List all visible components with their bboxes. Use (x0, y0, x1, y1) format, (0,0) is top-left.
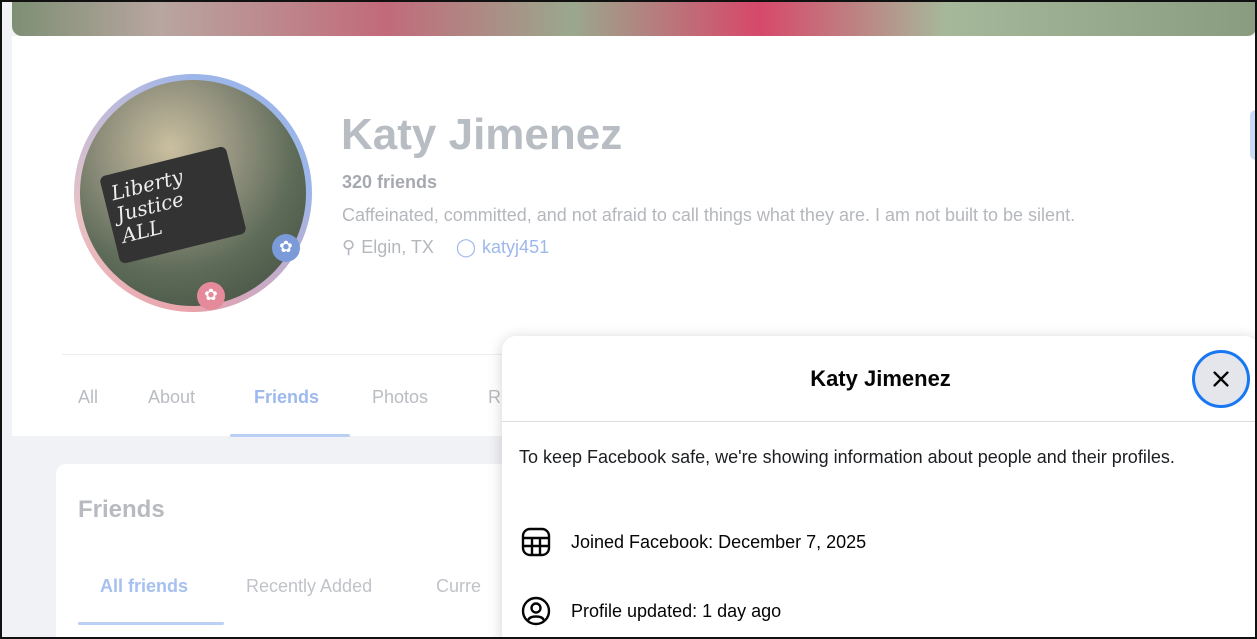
dialog-intro-text: To keep Facebook safe, we're showing inf… (519, 447, 1175, 467)
profile-name: Katy Jimenez (341, 110, 623, 159)
page-frame: Liberty Justice ALL ✿ ✿ Katy Jimenez 320… (0, 0, 1257, 639)
profile-action-button[interactable] (1250, 110, 1255, 160)
avatar-badge-blue-icon: ✿ (272, 234, 300, 262)
profile-info-dialog: Katy Jimenez To keep Facebook safe, we'r… (502, 336, 1255, 637)
instagram-icon: ◯ (455, 237, 477, 257)
profile-icon (521, 596, 551, 626)
friends-count[interactable]: 320 friends (342, 172, 437, 193)
dialog-title: Katy Jimenez (810, 366, 951, 391)
subtab-current[interactable]: Curre (436, 576, 481, 597)
cover-photo[interactable] (12, 2, 1255, 36)
tab-about[interactable]: About (148, 387, 195, 408)
close-button[interactable] (1192, 350, 1250, 408)
avatar-sign: Liberty Justice ALL (99, 145, 247, 265)
close-icon (1213, 371, 1229, 387)
tab-all[interactable]: All (78, 387, 98, 408)
location-pin-icon: ⚲ (342, 237, 356, 257)
tab-friends[interactable]: Friends (254, 387, 319, 408)
friends-card: Friends All friends Recently Added Curre (56, 464, 516, 637)
profile-updated-row: Profile updated: 1 day ago (519, 594, 781, 628)
profile-bio: Caffeinated, committed, and not afraid t… (342, 205, 1076, 225)
avatar-image: Liberty Justice ALL (80, 80, 306, 306)
friends-section-title: Friends (78, 496, 165, 523)
joined-row: Joined Facebook: December 7, 2025 (519, 525, 866, 559)
calendar-icon (521, 527, 551, 557)
profile-tabs: All About Friends Photos R (62, 354, 522, 437)
profile-location: Elgin, TX (361, 237, 434, 257)
profile-details: ⚲ Elgin, TX ◯ katyj451 (342, 237, 549, 258)
profile-updated-text: Profile updated: 1 day ago (571, 600, 782, 621)
subtab-all-friends[interactable]: All friends (100, 576, 188, 597)
subtab-recently-added[interactable]: Recently Added (246, 576, 372, 597)
tab-more[interactable]: R (488, 387, 501, 408)
joined-text: Joined Facebook: December 7, 2025 (571, 531, 867, 552)
avatar-badge-pink-icon: ✿ (197, 282, 225, 310)
tab-active-indicator (230, 434, 350, 437)
instagram-link[interactable]: katyj451 (482, 237, 549, 258)
subtab-active-indicator (78, 622, 224, 625)
dialog-header: Katy Jimenez (502, 336, 1255, 422)
tab-photos[interactable]: Photos (372, 387, 428, 408)
profile-avatar[interactable]: Liberty Justice ALL (74, 74, 312, 312)
